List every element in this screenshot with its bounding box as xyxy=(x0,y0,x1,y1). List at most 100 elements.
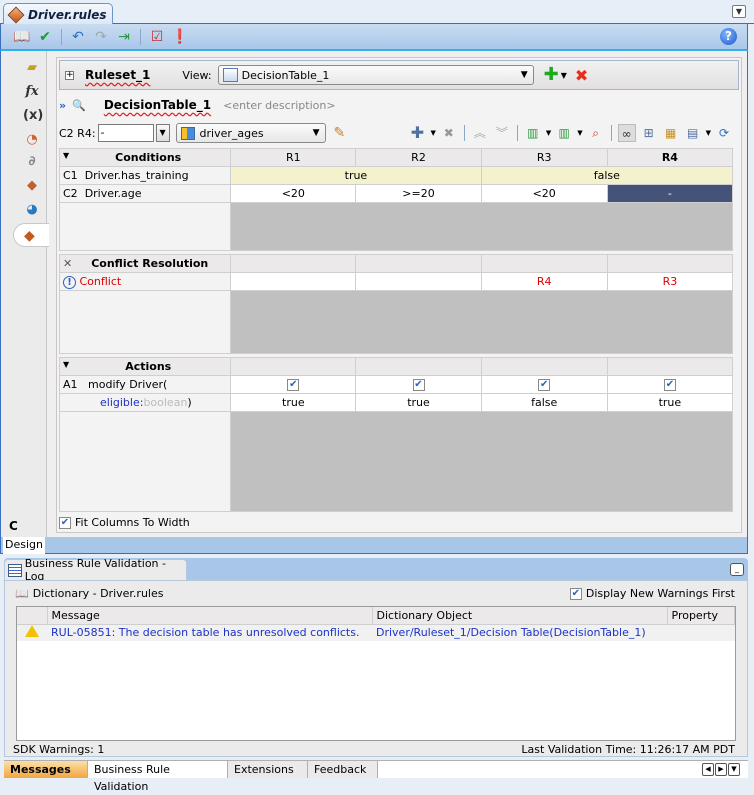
fit-columns-option[interactable]: ✔ Fit Columns To Width xyxy=(59,516,190,529)
log-panel-tab[interactable]: Business Rule Validation - Log xyxy=(4,557,187,583)
ruleset-expand-toggle[interactable]: + xyxy=(65,70,74,80)
display-new-warnings-option[interactable]: ✔ Display New Warnings First xyxy=(569,587,735,600)
magnifier-icon[interactable]: 🔍 xyxy=(72,99,86,112)
layout-dropdown-arrow[interactable]: ▼ xyxy=(706,129,711,137)
collapse-arrow-icon[interactable]: ▼ xyxy=(63,151,69,160)
conflict-cell[interactable]: R4 xyxy=(480,272,608,291)
facts-icon[interactable]: ▰ xyxy=(23,59,41,77)
tab-extensions[interactable]: Extensions xyxy=(228,761,308,778)
import-icon[interactable]: ⇥ xyxy=(115,28,133,46)
action-value-cell[interactable]: false xyxy=(480,393,608,412)
rule-header-r3[interactable]: R3 xyxy=(480,148,608,167)
ruleset-nav-item-active[interactable]: ◆ xyxy=(13,223,49,247)
action-value-cell[interactable]: true xyxy=(355,393,482,412)
action-value-cell[interactable]: true xyxy=(606,393,734,412)
description-field[interactable]: <enter description> xyxy=(223,99,335,112)
dictionary-object-link[interactable]: Driver/Ruleset_1/Decision Table(Decision… xyxy=(372,624,667,641)
globals-icon[interactable]: (x) xyxy=(23,107,43,125)
add-condition-button[interactable]: ✚ xyxy=(408,124,426,142)
condition-cell[interactable]: <20 xyxy=(480,184,608,203)
action-param-label[interactable]: eligible:boolean) xyxy=(58,393,232,412)
bucketsets-icon[interactable]: ◔ xyxy=(23,131,41,149)
action-label[interactable]: A1 modify Driver( xyxy=(58,375,232,394)
links-icon[interactable]: ∂ xyxy=(23,153,41,171)
scroll-left-button[interactable]: ◀ xyxy=(702,763,714,776)
ruleset-name[interactable]: Ruleset_1 xyxy=(85,68,150,82)
condition-cell[interactable]: <20 xyxy=(230,184,357,203)
severity-column-header[interactable] xyxy=(17,607,48,625)
condition-label[interactable]: C2 Driver.age xyxy=(58,184,232,203)
add-dropdown-arrow[interactable]: ▼ xyxy=(430,129,435,137)
conflict-cell[interactable] xyxy=(230,272,357,291)
action-checkbox-cell[interactable]: ✔ xyxy=(230,375,357,394)
find-icon[interactable]: ⌕ xyxy=(587,124,605,142)
decision-functions-icon[interactable]: ◆ xyxy=(23,177,41,195)
tab-list-dropdown-button[interactable]: ▼ xyxy=(728,763,740,776)
add-dropdown-arrow[interactable]: ▼ xyxy=(561,71,567,80)
action-value-cell[interactable]: true xyxy=(230,393,357,412)
action-enabled-checkbox[interactable]: ✔ xyxy=(287,379,300,391)
split-table-icon[interactable]: ⊞ xyxy=(640,124,658,142)
validate-check-icon[interactable]: ✔ xyxy=(36,28,54,46)
action-checkbox-cell[interactable]: ✔ xyxy=(606,375,734,394)
move-down-button[interactable]: ︾ xyxy=(493,124,511,142)
condition-cell[interactable]: false xyxy=(480,166,734,185)
collapse-chevron-icon[interactable]: » xyxy=(59,99,66,112)
edit-pencil-icon[interactable]: ✎ xyxy=(334,125,346,141)
action-checkbox-cell[interactable]: ✔ xyxy=(355,375,482,394)
help-button[interactable]: ? xyxy=(720,28,737,45)
refresh-icon[interactable]: ⟳ xyxy=(715,124,733,142)
conflict-cell[interactable]: R3 xyxy=(606,272,734,291)
tab-feedback[interactable]: Feedback xyxy=(308,761,378,778)
add-rule-button[interactable]: ✚ xyxy=(544,66,559,84)
functions-icon[interactable]: fx xyxy=(23,83,41,101)
collapse-arrow-icon[interactable]: ▼ xyxy=(63,360,69,369)
insert-dropdown-arrow[interactable]: ▼ xyxy=(577,129,582,137)
action-enabled-checkbox[interactable]: ✔ xyxy=(412,379,425,391)
design-tab[interactable]: Design xyxy=(3,537,45,554)
rule-header-r2[interactable]: R2 xyxy=(355,148,482,167)
decision-table-name[interactable]: DecisionTable_1 xyxy=(104,98,211,112)
minimize-button[interactable]: _ xyxy=(730,563,744,576)
action-checkbox-cell[interactable]: ✔ xyxy=(480,375,608,394)
checklist-icon[interactable]: ☑ xyxy=(148,28,166,46)
condition-label[interactable]: C1 Driver.has_training xyxy=(58,166,232,185)
insert-rule-button[interactable]: ▥ xyxy=(524,124,542,142)
fit-columns-checkbox[interactable]: ✔ xyxy=(59,516,71,529)
condition-cell[interactable]: >=20 xyxy=(355,184,482,203)
action-enabled-checkbox[interactable]: ✔ xyxy=(538,379,551,391)
action-enabled-checkbox[interactable]: ✔ xyxy=(663,379,676,391)
condition-cell-selected[interactable]: - xyxy=(606,184,734,203)
message-text[interactable]: RUL-05851: The decision table has unreso… xyxy=(47,624,372,641)
show-conflicts-glasses-icon[interactable]: ∞ xyxy=(617,124,636,142)
close-icon[interactable]: ✕ xyxy=(63,257,72,270)
insert-dropdown-arrow[interactable]: ▼ xyxy=(546,129,551,137)
conditions-header[interactable]: ▼ Conditions xyxy=(58,148,232,167)
rule-header-r4[interactable]: R4 xyxy=(606,148,734,167)
rule-header-r1[interactable]: R1 xyxy=(230,148,357,167)
redo-icon[interactable]: ↷ xyxy=(92,28,110,46)
message-row[interactable]: RUL-05851: The decision table has unreso… xyxy=(17,624,735,641)
translations-icon[interactable]: ◕ xyxy=(23,201,41,219)
bucketset-select[interactable]: driver_ages ▼ xyxy=(175,123,326,143)
insert-column-button[interactable]: ▥ xyxy=(555,124,573,142)
dictionary-icon[interactable]: 📖 xyxy=(13,28,31,46)
tab-business-rule-validation[interactable]: Business Rule Validation xyxy=(88,761,228,793)
conflict-resolution-header[interactable]: ✕ Conflict Resolution xyxy=(58,254,232,273)
message-column-header[interactable]: Message xyxy=(47,607,373,625)
cell-value-dropdown[interactable]: ▼ xyxy=(155,124,170,142)
dictionary-object-column-header[interactable]: Dictionary Object xyxy=(372,607,668,625)
scroll-right-button[interactable]: ▶ xyxy=(715,763,727,776)
property-column-header[interactable]: Property xyxy=(667,607,735,625)
display-new-warnings-checkbox[interactable]: ✔ xyxy=(569,587,582,600)
actions-header[interactable]: ▼ Actions xyxy=(58,357,232,376)
delete-button[interactable]: ✖ xyxy=(575,66,588,85)
document-tab-driver-rules[interactable]: Driver.rules xyxy=(3,3,113,25)
condition-cell[interactable]: true xyxy=(230,166,482,185)
cell-value-input[interactable]: - xyxy=(97,124,154,142)
tab-list-dropdown-button[interactable]: ▼ xyxy=(732,5,746,18)
tab-messages[interactable]: Messages xyxy=(4,761,88,778)
view-select[interactable]: DecisionTable_1 ▼ xyxy=(217,65,534,85)
conflict-cell[interactable] xyxy=(355,272,482,291)
gap-check-icon[interactable]: ▦ xyxy=(662,124,680,142)
